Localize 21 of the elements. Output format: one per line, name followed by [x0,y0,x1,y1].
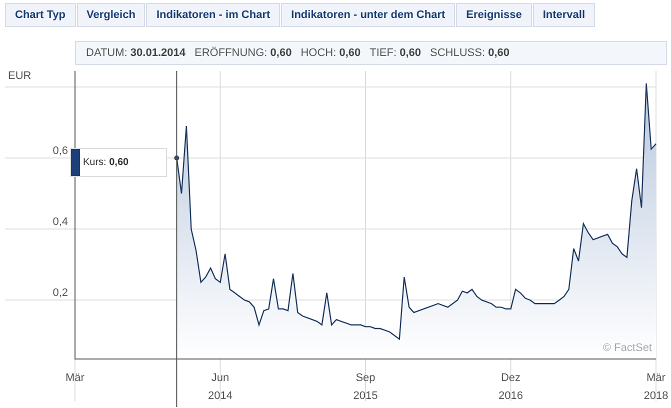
y-tick-label: 0,4 [52,216,68,228]
tab[interactable]: Indikatoren - unter dem Chart [281,3,456,27]
tooltip-text: Kurs: 0,60 [83,156,129,170]
y-tick-label: 0,2 [52,287,68,300]
info-item: SCHLUSS: 0,60 [430,46,510,61]
tab[interactable]: Chart Typ [5,3,76,27]
y-tick-label: 0,6 [52,145,68,157]
x-tick-label: Jun 2014 [208,372,232,402]
tab[interactable]: Indikatoren - im Chart [146,3,280,27]
x-tick-label: Dez 2016 [498,372,523,402]
tab[interactable]: Ereignisse [456,3,532,27]
info-item: TIEF: 0,60 [370,46,422,61]
tab[interactable]: Intervall [532,3,595,27]
tab[interactable]: Vergleich [76,3,146,27]
info-item: HOCH: 0,60 [300,46,361,61]
x-tick-label: Mär [66,372,84,384]
y-axis-label: EUR [8,70,32,82]
x-tick-label: Mär 2018 [644,372,668,402]
info-item: DATUM: 30.01.2014 [86,46,186,61]
info-item: ERÖFFNUNG: 0,60 [194,46,292,61]
x-tick-label: Sep 2015 [353,372,378,402]
